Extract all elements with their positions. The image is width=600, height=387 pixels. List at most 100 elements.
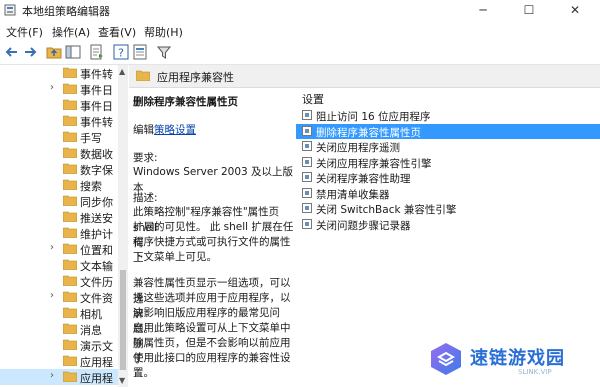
title-bar: 本地组策略编辑器 ─ ☐ ✕	[0, 0, 600, 20]
tree-item-label: 同步你	[80, 196, 113, 209]
tree-item[interactable]: › 文件资	[0, 289, 118, 305]
menu-action[interactable]: 操作(A)	[52, 24, 90, 40]
setting-row[interactable]: 阻止访问 16 位应用程序	[296, 108, 600, 123]
tree-item[interactable]: 数据收	[0, 145, 118, 161]
description-line: 置。	[133, 367, 154, 379]
expand-arrow-icon[interactable]: ›	[50, 242, 54, 253]
setting-row[interactable]: 关闭 SwitchBack 兼容性引擎	[296, 201, 600, 216]
settings-column-header[interactable]: 设置	[302, 91, 324, 107]
expand-arrow-icon[interactable]: ›	[50, 370, 54, 381]
folder-icon	[63, 211, 77, 222]
scroll-down-icon[interactable]: ▼	[119, 376, 125, 385]
setting-label: 关闭应用程序兼容性引擎	[316, 157, 432, 170]
folder-icon	[63, 291, 77, 302]
setting-row[interactable]: 禁用清单收集器	[296, 186, 600, 201]
tree-item[interactable]: 事件转	[0, 65, 118, 81]
tree-item[interactable]: 推送安	[0, 209, 118, 225]
folder-icon	[63, 355, 77, 366]
tree-item-label: 维护计	[80, 228, 113, 241]
tree-item[interactable]: 维护计	[0, 225, 118, 241]
folder-icon	[63, 371, 77, 382]
tree-item[interactable]: 相机	[0, 305, 118, 321]
tree-item[interactable]: 搜索	[0, 177, 118, 193]
tree-item-label: 事件转	[80, 116, 113, 129]
tree-item[interactable]: 演示文	[0, 337, 118, 353]
setting-row[interactable]: 关闭程序兼容性助理	[296, 170, 600, 185]
folder-icon	[63, 131, 77, 142]
policy-tree[interactable]: 事件转 › 事件日 事件日 事件转 手写 数据收 数字保 搜索 同步你 推送安 维护计 › 位置和 文本输文…	[0, 65, 119, 387]
setting-label: 关闭 SwitchBack 兼容性引擎	[316, 204, 457, 216]
watermark-text: 速链游戏园	[470, 348, 565, 369]
help-icon[interactable]: ?	[113, 44, 129, 60]
policy-setting-icon	[302, 187, 312, 198]
tree-item[interactable]: 消息	[0, 321, 118, 337]
maximize-button[interactable]: ☐	[506, 0, 552, 20]
tree-item[interactable]: 手写	[0, 129, 118, 145]
tree-item[interactable]: 数字保	[0, 161, 118, 177]
tree-item[interactable]: › 事件日	[0, 81, 118, 97]
edit-policy-link[interactable]: 策略设置	[154, 124, 196, 136]
setting-row[interactable]: 关闭应用程序遥测	[296, 139, 600, 154]
filter-icon[interactable]	[156, 44, 172, 60]
tree-item[interactable]: 应用程	[0, 353, 118, 369]
folder-icon	[63, 99, 77, 110]
policy-setting-icon	[302, 125, 312, 136]
tree-item[interactable]: 文件历	[0, 273, 118, 289]
tree-item-label: 事件日	[80, 84, 113, 97]
menu-bar: 文件(F) 操作(A) 查看(V) 帮助(H)	[0, 20, 600, 40]
folder-icon	[136, 70, 150, 81]
setting-row[interactable]: 关闭问题步骤记录器	[296, 217, 600, 232]
minimize-button[interactable]: ─	[460, 0, 506, 20]
menu-file[interactable]: 文件(F)	[6, 24, 43, 40]
tree-item-label: 演示文	[80, 340, 113, 353]
scroll-thumb[interactable]	[120, 270, 126, 370]
menu-help[interactable]: 帮助(H)	[144, 24, 183, 40]
expand-arrow-icon[interactable]: ›	[50, 290, 54, 301]
folder-icon	[63, 275, 77, 286]
setting-row[interactable]: 删除程序兼容性属性页	[296, 123, 600, 139]
forward-icon[interactable]	[22, 44, 38, 60]
close-button[interactable]: ✕	[552, 0, 598, 20]
tree-item[interactable]: 事件转	[0, 113, 118, 129]
tree-item[interactable]: › 应用程	[0, 369, 118, 385]
tree-item-label: 文件历	[80, 276, 113, 289]
expand-arrow-icon[interactable]: ›	[50, 82, 54, 93]
back-icon[interactable]	[4, 44, 20, 60]
setting-row[interactable]: 关闭应用程序兼容性引擎	[296, 155, 600, 170]
folder-up-icon[interactable]	[46, 44, 62, 60]
setting-label: 删除程序兼容性属性页	[316, 126, 421, 139]
folder-icon	[63, 115, 77, 126]
tree-item-label: 搜索	[80, 180, 102, 193]
svg-text:?: ?	[118, 47, 124, 60]
folder-icon	[63, 259, 77, 270]
content-header: 应用程序兼容性	[129, 65, 600, 88]
scroll-up-icon[interactable]: ▲	[119, 67, 125, 76]
setting-label: 关闭问题步骤记录器	[316, 219, 411, 232]
show-tree-icon[interactable]	[65, 44, 81, 60]
tree-item-label: 数字保	[80, 164, 113, 177]
properties-icon[interactable]	[132, 44, 148, 60]
tree-item-label: 推送安	[80, 212, 113, 225]
tree-item-label: 文本输	[80, 260, 113, 273]
edit-prefix: 编辑	[133, 124, 154, 136]
tree-scrollbar[interactable]: ▲ ▼	[118, 65, 128, 387]
description-line: 下文菜单上可见。	[133, 251, 217, 263]
setting-label: 关闭应用程序遥测	[316, 142, 400, 154]
policy-setting-icon	[302, 172, 312, 182]
tree-item[interactable]: 事件日	[0, 97, 118, 113]
tree-item-label: 事件日	[80, 100, 113, 113]
content-title: 应用程序兼容性	[157, 71, 234, 84]
description-line: 使用此接口的应用程序的兼容性设	[133, 352, 291, 364]
tree-item-label: 事件转	[80, 68, 113, 81]
tree-item[interactable]: 同步你	[0, 193, 118, 209]
folder-icon	[63, 163, 77, 174]
menu-view[interactable]: 查看(V)	[98, 24, 136, 40]
policy-setting-icon	[302, 203, 312, 213]
folder-icon	[63, 339, 77, 350]
policy-setting-icon	[302, 141, 312, 151]
tree-item[interactable]: 文本输	[0, 257, 118, 273]
toolbar: ?	[0, 40, 600, 65]
folder-icon	[63, 83, 77, 94]
tree-item[interactable]: › 位置和	[0, 241, 118, 257]
export-icon[interactable]	[89, 44, 105, 60]
